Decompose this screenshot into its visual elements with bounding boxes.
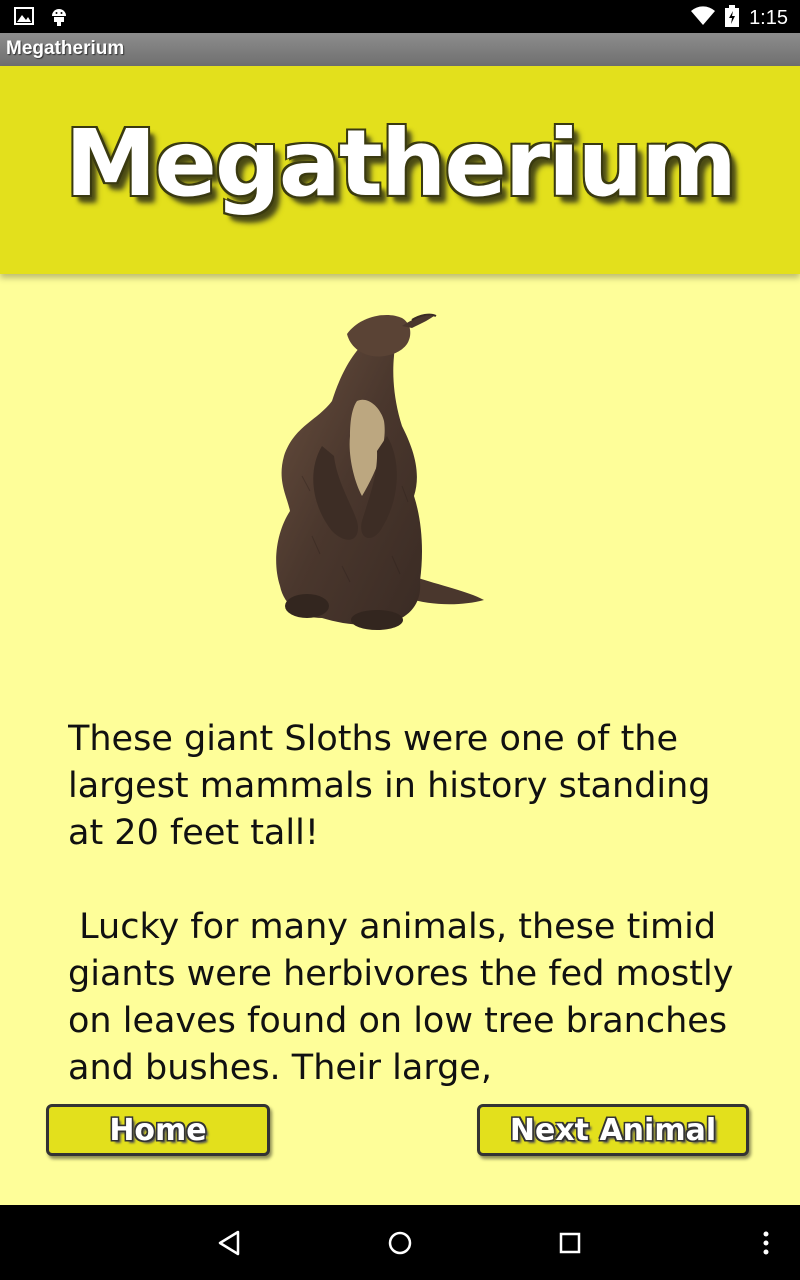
- megatherium-image: [262, 306, 492, 636]
- image-icon: [14, 7, 34, 31]
- navigation-bar: [0, 1205, 800, 1280]
- megatherium-illustration-icon: [276, 313, 484, 630]
- next-animal-button[interactable]: Next Animal: [477, 1104, 749, 1156]
- status-time: 1:15: [749, 6, 788, 29]
- page-title: Megatherium: [64, 110, 737, 217]
- back-icon[interactable]: [214, 1227, 246, 1259]
- action-bar: Megatherium: [0, 33, 800, 66]
- status-bar: 1:15: [0, 0, 800, 33]
- header-banner: Megatherium: [0, 66, 800, 274]
- overflow-menu-icon[interactable]: [750, 1227, 782, 1259]
- home-circle-icon[interactable]: [384, 1227, 416, 1259]
- android-icon: [50, 7, 68, 31]
- action-bar-title: Megatherium: [6, 38, 125, 59]
- battery-icon: [725, 5, 740, 31]
- animal-description: These giant Sloths were one of the large…: [68, 719, 734, 1088]
- wifi-icon: [691, 6, 716, 30]
- recents-icon[interactable]: [554, 1227, 586, 1259]
- home-button[interactable]: Home: [46, 1104, 270, 1156]
